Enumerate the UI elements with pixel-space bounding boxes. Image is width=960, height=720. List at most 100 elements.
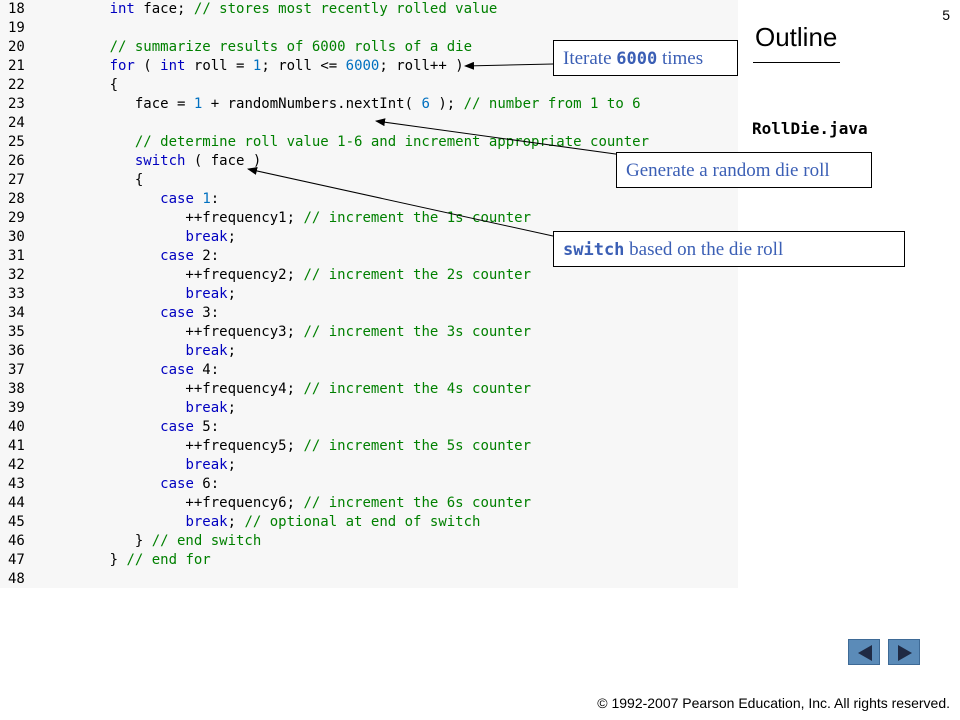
code-line: 32 ++frequency2; // increment the 2s cou…	[0, 266, 738, 285]
code-comment: // increment the 5s counter	[303, 438, 532, 454]
code-text: } // end for	[59, 551, 211, 570]
line-number: 43	[8, 476, 25, 492]
line-number: 34	[8, 305, 25, 321]
code-line: 44 ++frequency6; // increment the 6s cou…	[0, 494, 738, 513]
line-number: 20	[8, 39, 25, 55]
code-text: break;	[59, 399, 236, 418]
code-token: ++frequency2;	[59, 267, 304, 283]
code-line: 34 case 3:	[0, 304, 738, 323]
line-number: 18	[8, 1, 25, 17]
code-line: 47 } // end for	[0, 551, 738, 570]
code-comment: // end switch	[151, 533, 262, 549]
line-number: 22	[8, 77, 25, 93]
code-token: ;	[227, 514, 245, 530]
line-number: 31	[8, 248, 25, 264]
line-number: 39	[8, 400, 25, 416]
code-line: 33 break;	[0, 285, 738, 304]
line-number: 29	[8, 210, 25, 226]
code-text: case 5:	[59, 418, 219, 437]
triangle-left-icon	[858, 645, 872, 661]
code-text: {	[59, 171, 143, 190]
line-number: 46	[8, 533, 25, 549]
code-token: face;	[134, 1, 194, 17]
code-text: } // end switch	[59, 532, 261, 551]
code-text: switch ( face )	[59, 152, 261, 171]
code-line: 48	[0, 570, 738, 589]
code-comment: // increment the 6s counter	[303, 495, 532, 511]
code-comment: // increment the 4s counter	[303, 381, 532, 397]
code-comment: // number from 1 to 6	[463, 96, 641, 112]
code-token: {	[59, 77, 119, 93]
code-text: {	[59, 76, 118, 95]
code-token: (	[134, 58, 161, 74]
code-keyword: int	[160, 58, 186, 74]
triangle-right-icon	[898, 645, 912, 661]
callout-iterate-value: 6000	[616, 49, 658, 69]
next-slide-button[interactable]	[888, 639, 920, 665]
callout-random: Generate a random die roll	[616, 152, 872, 188]
code-token: }	[59, 552, 127, 568]
code-token: :	[210, 191, 220, 207]
code-token: {	[59, 172, 144, 188]
line-number: 32	[8, 267, 25, 283]
code-line: 40 case 5:	[0, 418, 738, 437]
code-line: 25 // determine roll value 1-6 and incre…	[0, 133, 738, 152]
code-token: face =	[59, 96, 194, 112]
code-keyword: case	[160, 362, 194, 378]
line-number: 38	[8, 381, 25, 397]
code-text: ++frequency1; // increment the 1s counte…	[59, 209, 531, 228]
code-line: 41 ++frequency5; // increment the 5s cou…	[0, 437, 738, 456]
code-comment: // stores most recently rolled value	[193, 1, 498, 17]
code-token: + randomNumbers.nextInt(	[202, 96, 422, 112]
code-comment: // optional at end of switch	[244, 514, 481, 530]
line-number: 36	[8, 343, 25, 359]
line-number: 35	[8, 324, 25, 340]
code-text: case 4:	[59, 361, 219, 380]
prev-slide-button[interactable]	[848, 639, 880, 665]
code-text: break;	[59, 285, 236, 304]
code-keyword: break	[185, 400, 228, 416]
page-number: 5	[942, 7, 950, 23]
code-line: 39 break;	[0, 399, 738, 418]
code-token: ++frequency4;	[59, 381, 304, 397]
code-keyword: for	[109, 58, 135, 74]
code-keyword: break	[185, 343, 228, 359]
code-token: }	[59, 533, 152, 549]
code-token: 4:	[193, 362, 220, 378]
code-text: ++frequency6; // increment the 6s counte…	[59, 494, 531, 513]
code-line: 24	[0, 114, 738, 133]
line-number: 25	[8, 134, 25, 150]
line-number: 24	[8, 115, 25, 131]
code-line: 29 ++frequency1; // increment the 1s cou…	[0, 209, 738, 228]
code-text: break; // optional at end of switch	[59, 513, 480, 532]
code-token: ;	[227, 286, 237, 302]
code-token: 5:	[193, 419, 220, 435]
code-token: );	[429, 96, 464, 112]
callout-switch: switch based on the die roll	[553, 231, 905, 267]
code-line: 38 ++frequency4; // increment the 4s cou…	[0, 380, 738, 399]
code-text: break;	[59, 456, 236, 475]
code-number: 6000	[345, 58, 380, 74]
code-keyword: break	[185, 457, 228, 473]
line-number: 28	[8, 191, 25, 207]
code-comment: // increment the 3s counter	[303, 324, 532, 340]
code-text: case 3:	[59, 304, 219, 323]
line-number: 26	[8, 153, 25, 169]
code-text: for ( int roll = 1; roll <= 6000; roll++…	[59, 57, 464, 76]
line-number: 33	[8, 286, 25, 302]
code-text: ++frequency5; // increment the 5s counte…	[59, 437, 531, 456]
